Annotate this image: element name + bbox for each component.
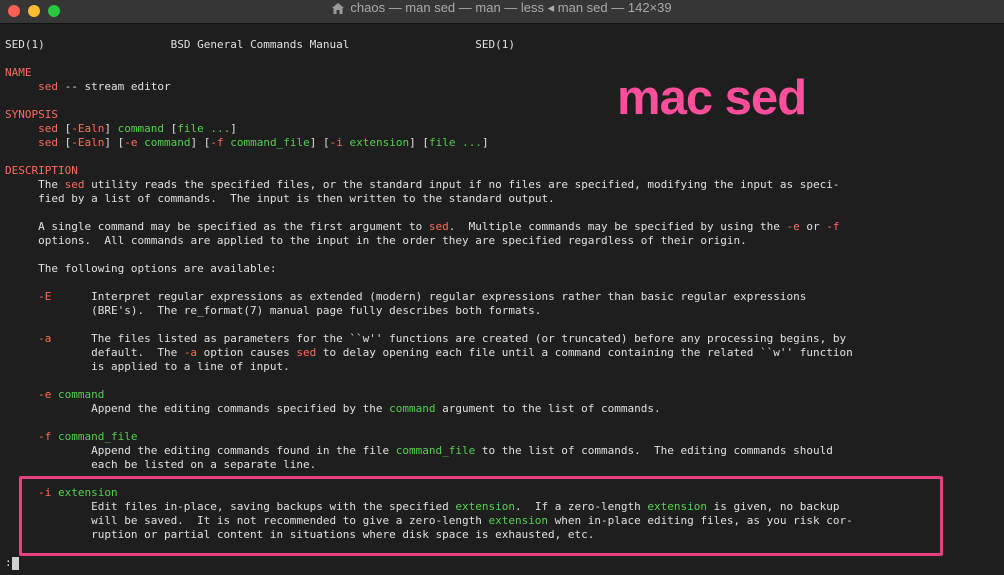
syn-opt: -Ealn xyxy=(71,136,105,149)
option-f-line-2: each be listed on a separate line. xyxy=(5,458,316,472)
synopsis-line-2: sed [-Ealn] [-e command] [-f command_fil… xyxy=(5,136,489,150)
text: Append the editing commands specified by… xyxy=(91,402,390,415)
text: utility reads the specified files, or th… xyxy=(84,178,840,191)
syn-punct: ] xyxy=(481,136,489,149)
syn-opt-f: -f xyxy=(210,136,224,149)
text: The files listed as parameters for the `… xyxy=(91,332,847,345)
option-flag: -E xyxy=(38,290,52,303)
man-header-line: SED(1) BSD General Commands Manual SED(1… xyxy=(5,38,515,52)
text: options. All commands are applied to the… xyxy=(38,234,747,247)
home-folder-icon xyxy=(332,3,345,15)
description-line-4: options. All commands are applied to the… xyxy=(5,234,747,248)
option-a-line-2: default. The -a option causes sed to del… xyxy=(5,346,853,360)
syn-punct: ] [ xyxy=(409,136,429,149)
inline-sed: sed xyxy=(296,346,317,359)
text: The xyxy=(38,178,65,191)
syn-arg-command-file: command_file xyxy=(230,136,310,149)
name-description: -- stream editor xyxy=(58,80,171,93)
section-description-heading: DESCRIPTION xyxy=(5,164,78,177)
name-line: sed -- stream editor xyxy=(5,80,171,94)
syn-punct: ] xyxy=(104,122,118,135)
window-title-area: chaos — man sed — man — less ◂ man sed —… xyxy=(0,0,1004,24)
text: Append the editing commands found in the… xyxy=(91,444,396,457)
synopsis-line-1: sed [-Ealn] command [file ...] xyxy=(5,122,237,136)
description-line-1: The sed utility reads the specified file… xyxy=(5,178,839,192)
syn-punct: ] [ xyxy=(104,136,125,149)
text: option causes xyxy=(197,346,297,359)
syn-punct: [ xyxy=(58,136,72,149)
syn-punct: [ xyxy=(58,122,72,135)
syn-opt-i: -i xyxy=(329,136,343,149)
text: (BRE's). The re_format(7) manual page fu… xyxy=(91,304,542,317)
text: to delay opening each file until a comma… xyxy=(316,346,853,359)
annotation-label: mac sed xyxy=(617,71,807,125)
inline-sed: sed xyxy=(428,220,449,233)
annotation-highlight-box xyxy=(19,476,943,556)
text: each be listed on a separate line. xyxy=(91,458,317,471)
option-f-line-1: Append the editing commands found in the… xyxy=(5,444,833,458)
option-flag: -a xyxy=(38,332,52,345)
syn-arg-command: command xyxy=(144,136,191,149)
inline-opt-a: -a xyxy=(183,346,198,359)
text: fied by a list of commands. The input is… xyxy=(38,192,555,205)
syn-punct: ] [ xyxy=(309,136,330,149)
text: The following options are available: xyxy=(38,262,277,275)
header-center: BSD General Commands Manual xyxy=(170,38,350,51)
option-arg: command xyxy=(58,388,105,401)
option-arg: command_file xyxy=(58,430,138,443)
syn-file: file ... xyxy=(177,122,231,135)
inline-arg: command xyxy=(389,402,436,415)
inline-sed: sed xyxy=(64,178,85,191)
text: A single command may be specified as the… xyxy=(38,220,429,233)
description-line-3: A single command may be specified as the… xyxy=(5,220,840,234)
text: argument to the list of commands. xyxy=(435,402,661,415)
option-flag: -e xyxy=(38,388,52,401)
syn-punct: ] xyxy=(230,122,237,135)
text: default. The xyxy=(91,346,184,359)
header-right: SED(1) xyxy=(475,38,515,51)
description-line-5: The following options are available: xyxy=(5,262,277,276)
text: . Multiple commands may be specified by … xyxy=(448,220,787,233)
syn-cmd: sed xyxy=(38,136,58,149)
terminal-window: chaos — man sed — man — less ◂ man sed —… xyxy=(0,0,1004,575)
option-E-line-2: (BRE's). The re_format(7) manual page fu… xyxy=(5,304,541,318)
syn-punct: [ xyxy=(163,122,178,135)
syn-punct: ] [ xyxy=(190,136,211,149)
section-name-heading: NAME xyxy=(5,66,32,79)
syn-opt: -Ealn xyxy=(71,122,105,135)
option-flag: -f xyxy=(38,430,52,443)
syn-cmd: sed xyxy=(38,122,58,135)
text: is applied to a line of input. xyxy=(91,360,290,373)
option-a-line-3: is applied to a line of input. xyxy=(5,360,290,374)
text: to the list of commands. The editing com… xyxy=(475,444,833,457)
text-cursor xyxy=(12,557,19,570)
name-command: sed xyxy=(38,80,58,93)
section-synopsis-heading: SYNOPSIS xyxy=(5,108,58,121)
syn-opt-e: -e xyxy=(124,136,138,149)
inline-opt-e: -e xyxy=(786,220,800,233)
syn-arg: command xyxy=(117,122,164,135)
header-left: SED(1) xyxy=(5,38,45,51)
text: or xyxy=(799,220,827,233)
option-e-heading: -e command xyxy=(5,388,104,402)
syn-arg-extension: extension xyxy=(349,136,410,149)
inline-arg: command_file xyxy=(395,444,476,457)
title-bar[interactable]: chaos — man sed — man — less ◂ man sed —… xyxy=(0,0,1004,24)
option-e-line-1: Append the editing commands specified by… xyxy=(5,402,661,416)
option-E-line-1: -E Interpret regular expressions as exte… xyxy=(5,290,806,304)
text: Interpret regular expressions as extende… xyxy=(91,290,807,303)
inline-opt-f: -f xyxy=(826,220,840,233)
window-title: chaos — man sed — man — less ◂ man sed —… xyxy=(350,0,672,15)
option-f-heading: -f command_file xyxy=(5,430,137,444)
syn-file: file ... xyxy=(428,136,482,149)
description-line-2: fied by a list of commands. The input is… xyxy=(5,192,555,206)
pager-prompt[interactable]: : xyxy=(5,556,12,570)
option-a-line-1: -a The files listed as parameters for th… xyxy=(5,332,846,346)
